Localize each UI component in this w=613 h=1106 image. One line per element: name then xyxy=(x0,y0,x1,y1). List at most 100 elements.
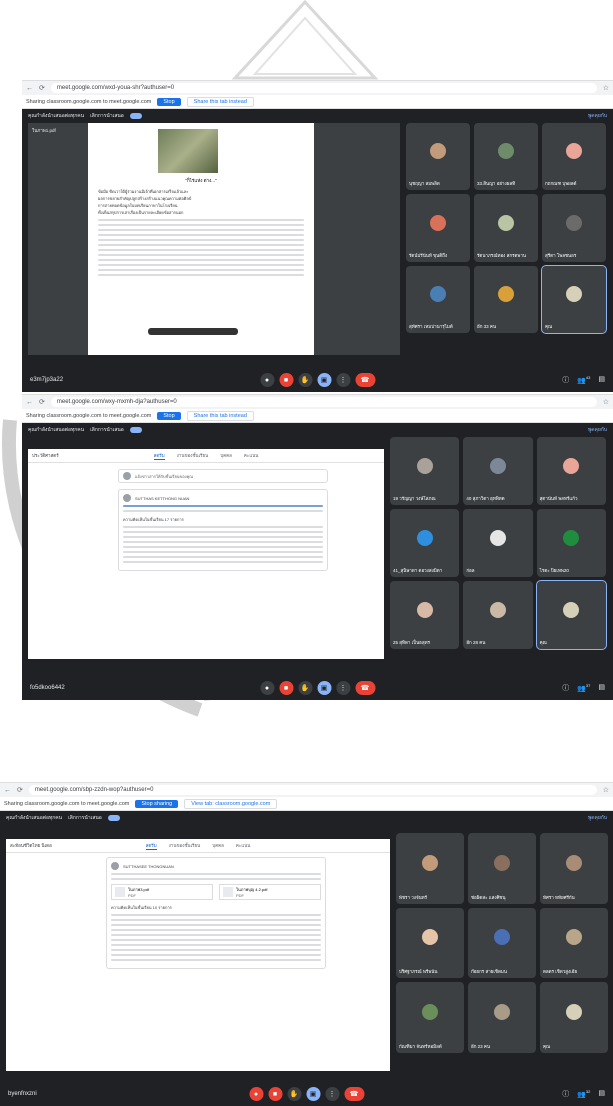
stop-button[interactable]: Stop xyxy=(157,411,181,420)
chat-icon[interactable]: ▤ xyxy=(598,375,605,385)
participant-tile[interactable]: 33.สินญา อย่างผลทิ xyxy=(474,123,538,191)
star-icon[interactable]: ☆ xyxy=(603,84,609,92)
people-icon[interactable]: 👥32 xyxy=(577,1089,590,1099)
participant-tile[interactable]: สุดานันท์ พลทร์แก้ว xyxy=(536,437,606,505)
people-icon[interactable]: 👥37 xyxy=(577,683,590,693)
pdf-page: "ก็ไร่แห่ง ต่าง..." ข้อมือ ขีดเวาใต้ผู้ร… xyxy=(88,123,314,355)
end-call-icon[interactable]: ☎ xyxy=(355,681,375,695)
address-bar[interactable]: meet.google.com/wxd-youa-shr?authuser=0 xyxy=(50,83,597,93)
present-icon[interactable]: ▣ xyxy=(306,1087,320,1101)
participant-tile-self[interactable]: คุณ xyxy=(541,264,607,335)
raise-hand-icon[interactable]: ✋ xyxy=(298,373,312,387)
people-icon[interactable]: 👥43 xyxy=(577,375,590,385)
participant-tile[interactable]: อีก 33 คน xyxy=(474,265,538,333)
comments-head[interactable]: ความคิดเห็นในชั้นเรียน 17 รายการ xyxy=(123,516,323,523)
participant-tile[interactable]: 40 สุภาวิดา อุทพิทต xyxy=(463,437,533,505)
present-icon[interactable]: ▣ xyxy=(317,373,331,387)
stop-presenting-label[interactable]: เลิกการนำเสนอ xyxy=(90,426,124,434)
stop-sharing-button[interactable]: Stop sharing xyxy=(135,799,179,808)
participant-tile[interactable]: ก๊อยกร สายเชิดมน xyxy=(468,907,536,979)
participant-tile[interactable]: ปริศฐาภรณ์ พรีพนัน xyxy=(396,907,464,979)
meet-stage: สะท้อนชีวิตไทย นิเดอ สตรีม งานของชั้นเรี… xyxy=(0,825,613,1106)
tab-stream[interactable]: สตรีม xyxy=(153,452,165,460)
chat-icon[interactable]: ▤ xyxy=(598,1089,605,1099)
tab-classwork[interactable]: งานของชั้นเรียน xyxy=(169,842,201,849)
participant-tile-self[interactable]: คุณ xyxy=(540,982,608,1053)
view-tab-button[interactable]: View tab: classroom.google.com xyxy=(184,798,278,809)
reload-icon[interactable]: ⟳ xyxy=(17,786,23,794)
tab-stream[interactable]: สตรีม xyxy=(145,842,157,850)
presenting-right-label[interactable]: พูดคุยกับ xyxy=(588,426,607,434)
presenting-toggle[interactable] xyxy=(129,427,142,433)
share-tab-button[interactable]: Share this tab instead xyxy=(186,96,254,107)
chat-icon[interactable]: ▤ xyxy=(598,683,605,693)
back-arrow-icon[interactable]: ← xyxy=(4,787,11,794)
info-icon[interactable]: ⓘ xyxy=(562,1089,569,1099)
address-bar[interactable]: meet.google.com/sbp-zzdn-wop?authuser=0 xyxy=(28,785,597,795)
stop-presenting-label[interactable]: เลิกการนำเสนอ xyxy=(68,814,102,822)
microphone-icon[interactable]: ● xyxy=(260,373,274,387)
attachment-file[interactable]: ในภาพ3.pdf PDF xyxy=(111,884,213,900)
file-type: PDF xyxy=(128,893,136,898)
more-options-icon[interactable]: ⋮ xyxy=(336,681,350,695)
participant-tile[interactable]: สุรีดา โพลชนอร xyxy=(542,194,606,262)
tab-grades[interactable]: คะแนน xyxy=(244,452,258,459)
microphone-icon[interactable]: ● xyxy=(260,681,274,695)
participant-tile[interactable]: ไรตะ ปิยเทพ20 xyxy=(536,509,606,577)
participant-tile[interactable]: รัตนาภรณ์ทอง สกรดพาน xyxy=(474,194,538,262)
stop-button[interactable]: Stop xyxy=(157,97,181,106)
presenting-right-label[interactable]: พูดคุยกับ xyxy=(588,814,607,822)
info-icon[interactable]: ⓘ xyxy=(562,683,569,693)
announce-box[interactable]: แจ้งข่าวสารให้กับชั้นเรียนของคุณ xyxy=(118,469,328,483)
presenting-toggle[interactable] xyxy=(107,815,120,821)
presenting-toggle[interactable] xyxy=(129,113,142,119)
participant-tile[interactable]: 19 วรัญญา วงษ์โสภณ xyxy=(390,437,460,505)
microphone-off-icon[interactable]: ● xyxy=(249,1087,263,1101)
raise-hand-icon[interactable]: ✋ xyxy=(287,1087,301,1101)
participant-tile[interactable]: 41_สุนิษาดา ดอวงสงมิตา xyxy=(390,509,460,577)
info-icon[interactable]: ⓘ xyxy=(562,375,569,385)
back-arrow-icon[interactable]: ← xyxy=(26,399,33,406)
back-arrow-icon[interactable]: ← xyxy=(26,85,33,92)
camera-off-icon[interactable]: ■ xyxy=(268,1087,282,1101)
participant-tile[interactable]: ก่อล xyxy=(463,509,533,577)
end-call-icon[interactable]: ☎ xyxy=(355,373,375,387)
participant-tile[interactable]: อีก 23 คน xyxy=(468,982,536,1053)
participant-tile[interactable]: 25 สุทิดา เป็นธลุทร xyxy=(390,581,460,649)
participant-tile[interactable]: นุชฤญา สมพลิด xyxy=(406,123,470,191)
participant-tile[interactable]: ทัศรา หทัยศรีกัน xyxy=(540,833,608,904)
reload-icon[interactable]: ⟳ xyxy=(39,398,45,406)
participant-tile[interactable]: อีก 28 คน xyxy=(463,581,533,649)
participant-tile[interactable]: พัชรา วงจันทร์ xyxy=(396,833,464,904)
attachment-file[interactable]: ในภาพบุญ 4.2.pdf PDF xyxy=(219,884,321,900)
participant-tile[interactable]: สุทัศรา เหมปานารุไมต์ xyxy=(406,265,470,333)
end-call-icon[interactable]: ☎ xyxy=(344,1087,364,1101)
camera-off-icon[interactable]: ■ xyxy=(279,681,293,695)
participant-tile[interactable]: กถกณฑ บุพผลด์ xyxy=(542,123,606,191)
tab-grades[interactable]: คะแนน xyxy=(236,842,250,849)
participant-tile-self[interactable]: คุณ xyxy=(535,580,608,650)
pdf-toolbar[interactable] xyxy=(148,328,238,335)
tab-people[interactable]: บุคคล xyxy=(212,842,224,849)
presenting-right-label[interactable]: พูดคุยกับ xyxy=(588,112,607,120)
address-bar[interactable]: meet.google.com/wxy-mxmh-dja?authuser=0 xyxy=(50,397,597,407)
participant-grid: 19 วรัญญา วงษ์โสภณ 40 สุภาวิดา อุทพิทต ส… xyxy=(390,437,608,650)
share-tab-button[interactable]: Share this tab instead xyxy=(186,410,254,421)
reload-icon[interactable]: ⟳ xyxy=(39,84,45,92)
present-icon[interactable]: ▣ xyxy=(317,681,331,695)
watermark-triangle xyxy=(231,0,379,80)
stop-presenting-label[interactable]: เลิกการนำเสนอ xyxy=(90,112,124,120)
more-options-icon[interactable]: ⋮ xyxy=(325,1087,339,1101)
raise-hand-icon[interactable]: ✋ xyxy=(298,681,312,695)
participant-tile[interactable]: ช่อผิตสะ แสงศิชนุ xyxy=(468,833,536,904)
star-icon[interactable]: ☆ xyxy=(603,786,609,794)
tab-classwork[interactable]: งานของชั้นเรียน xyxy=(177,452,209,459)
comments-head[interactable]: ความคิดเห็นในชั้นเรียน 10 รายการ xyxy=(111,904,321,911)
more-options-icon[interactable]: ⋮ xyxy=(336,373,350,387)
participant-tile[interactable]: ดลตร เชิดวสูงเอีย xyxy=(540,907,608,979)
tab-people[interactable]: บุคคล xyxy=(220,452,232,459)
star-icon[interactable]: ☆ xyxy=(603,398,609,406)
camera-off-icon[interactable]: ■ xyxy=(279,373,293,387)
participant-tile[interactable]: รัตน์ปรีนันท์ ขุนติถึง xyxy=(406,194,470,262)
participant-tile[interactable]: กัณฑิมา จันทร์หอมิลด์ xyxy=(396,982,464,1053)
